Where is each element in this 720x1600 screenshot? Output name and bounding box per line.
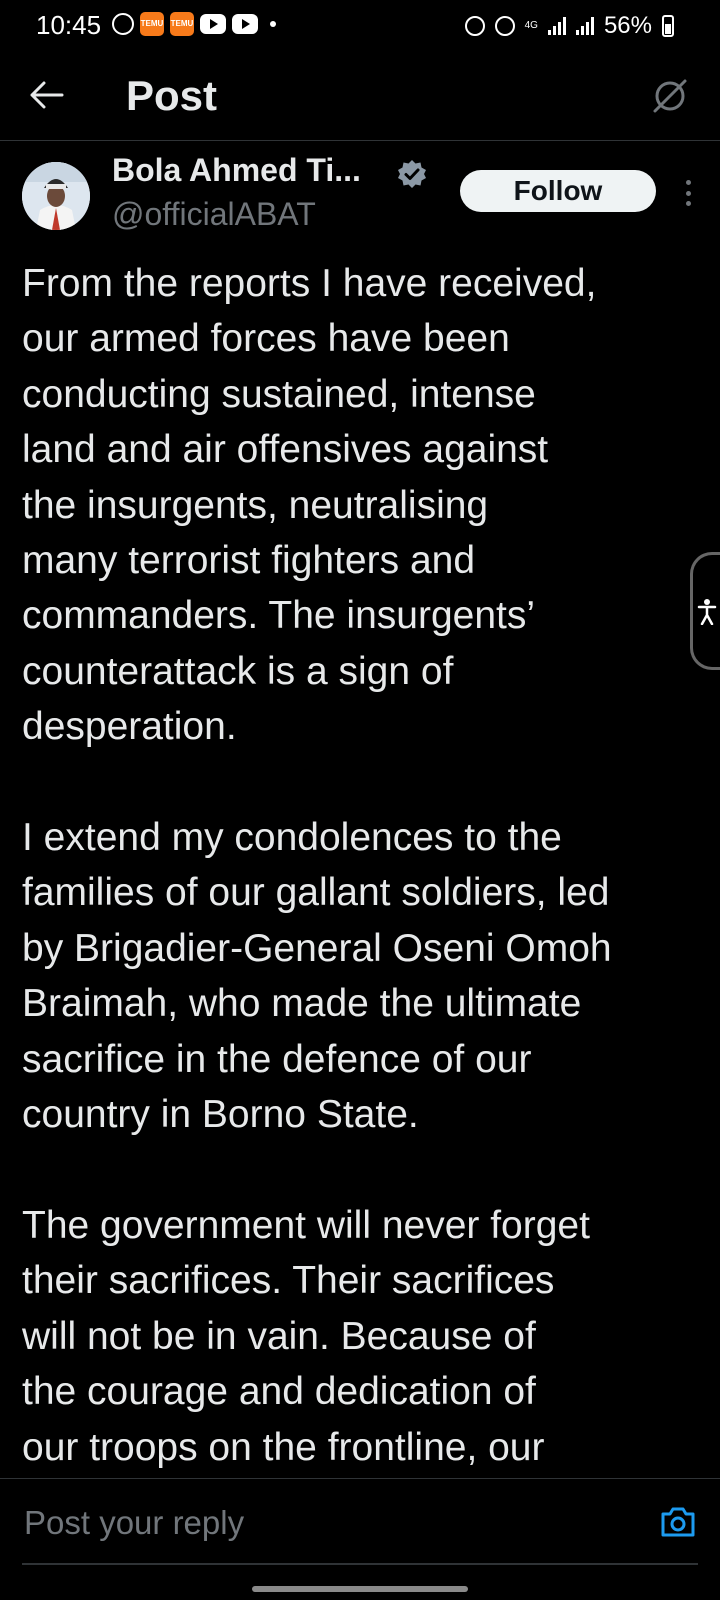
avatar[interactable] [22,162,90,230]
signal-icon [547,17,566,35]
reply-divider [22,1563,698,1565]
camera-button[interactable] [660,1505,696,1539]
verified-badge-icon [398,160,426,188]
network-type: 4G [524,20,538,31]
grok-icon [653,79,687,113]
post-paragraph: From the reports I have received, our ar… [22,262,597,749]
grok-button[interactable] [650,76,690,116]
battery-icon [662,15,674,37]
status-bar: 10:45 TEMU TEMU 4G 56% [0,0,720,52]
more-notifications-icon [270,21,276,27]
post-paragraph: The government will never forget their s… [22,1203,590,1469]
author-name[interactable]: Bola Ahmed Ti... [112,152,361,189]
follow-button[interactable]: Follow [460,170,656,212]
data-saver-icon [464,16,485,36]
back-button[interactable] [30,80,70,114]
reply-bar [0,1478,720,1599]
avatar-photo [22,162,90,230]
battery-percent: 56% [603,12,652,39]
alarm-icon [494,16,515,36]
accessibility-tab[interactable] [690,552,720,670]
top-app-bar: Post [0,52,720,141]
notification-icons: TEMU TEMU [112,12,276,36]
reply-input[interactable] [22,1499,646,1547]
more-dots-icon [685,180,691,185]
camera-icon [661,1507,695,1537]
author-handle[interactable]: @officialABAT [112,196,316,233]
post-paragraph: I extend my condolences to the families … [22,816,612,1137]
whatsapp-icon [112,13,134,35]
accessibility-icon [697,599,717,625]
youtube-icon [232,14,258,34]
temu-icon: TEMU [170,12,194,36]
youtube-icon [200,14,226,34]
arrow-left-icon [30,81,64,109]
post-text: From the reports I have received, our ar… [22,256,702,1476]
system-icons: 4G 56% [464,12,674,40]
signal-icon [575,17,594,35]
temu-icon: TEMU [140,12,164,36]
status-time: 10:45 [36,10,102,40]
page-title: Post [126,72,218,119]
home-indicator[interactable] [252,1586,468,1592]
more-options-button[interactable] [684,180,692,206]
